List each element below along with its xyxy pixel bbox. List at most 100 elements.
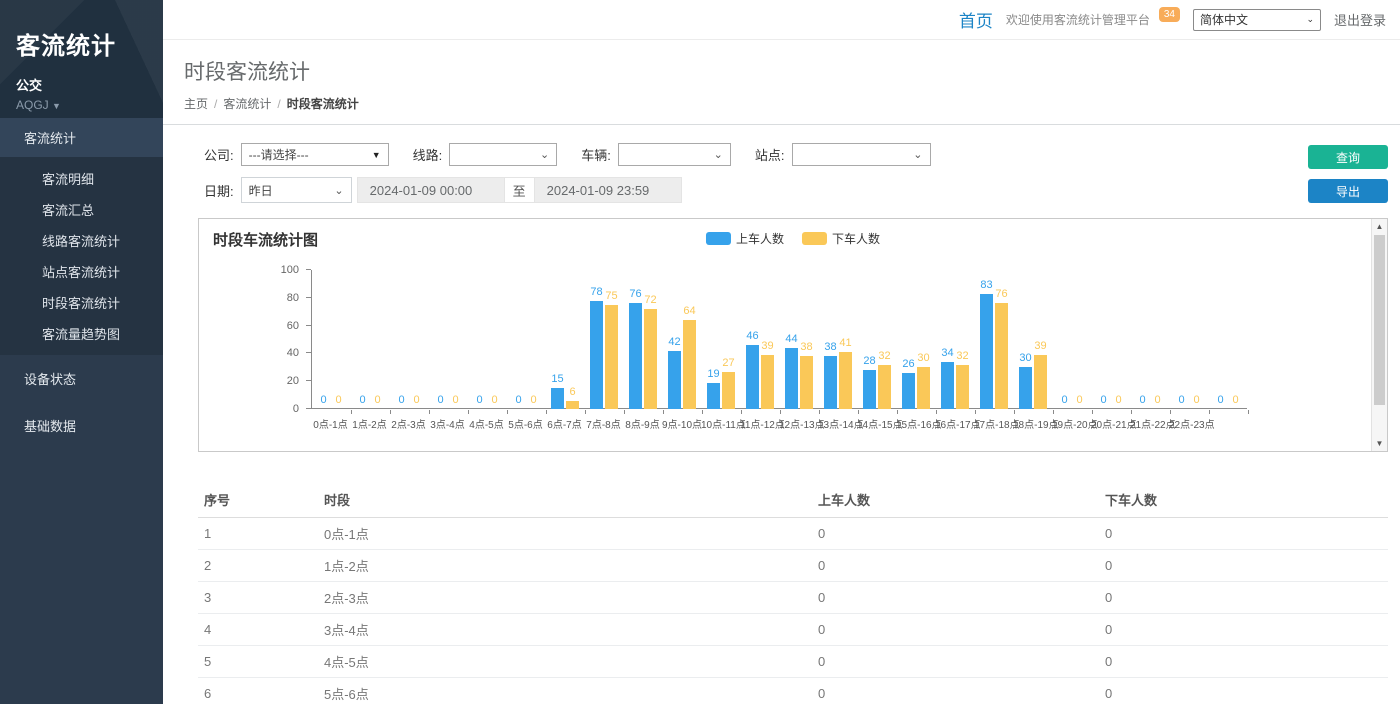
bar-value-label: 64 bbox=[677, 305, 702, 317]
bar-alighting[interactable] bbox=[995, 303, 1008, 409]
legend-item[interactable]: 下车人数 bbox=[802, 230, 880, 247]
sidebar-item[interactable]: 客流汇总 bbox=[0, 194, 163, 225]
sidebar-submenu: 客流明细客流汇总线路客流统计站点客流统计时段客流统计客流量趋势图 bbox=[0, 157, 163, 355]
table-row: 21点-2点00 bbox=[198, 550, 1388, 582]
notification-badge[interactable]: 34 bbox=[1159, 7, 1180, 22]
legend-label: 上车人数 bbox=[736, 230, 784, 247]
breadcrumb-item[interactable]: 主页 bbox=[184, 97, 208, 111]
bar-boarding[interactable] bbox=[746, 345, 759, 409]
x-axis-label: 16点-17点 bbox=[935, 416, 974, 431]
sidebar-section-2[interactable]: 基础数据 bbox=[0, 402, 163, 449]
bar-alighting[interactable] bbox=[917, 367, 930, 409]
bar-value-label: 32 bbox=[872, 350, 897, 362]
logout-link[interactable]: 退出登录 bbox=[1334, 10, 1386, 29]
table-cell: 6 bbox=[198, 678, 318, 704]
legend-color-chip bbox=[802, 232, 827, 245]
sidebar-section-1[interactable]: 设备状态 bbox=[0, 355, 163, 402]
chart-scrollbar[interactable]: ▲ ▼ bbox=[1371, 219, 1387, 451]
chart-category-slot: 7875 bbox=[585, 270, 624, 409]
table-cell: 4 bbox=[198, 614, 318, 646]
table-column-header: 时段 bbox=[318, 482, 812, 518]
sidebar-item[interactable]: 客流量趋势图 bbox=[0, 318, 163, 349]
breadcrumb-separator: / bbox=[214, 97, 217, 111]
bar-boarding[interactable] bbox=[785, 348, 798, 409]
x-axis-label: 0点-1点 bbox=[311, 416, 350, 431]
bar-boarding[interactable] bbox=[824, 356, 837, 409]
chevron-down-icon: ⌄ bbox=[714, 148, 723, 161]
company-select[interactable]: ---请选择---▼ bbox=[241, 143, 389, 166]
bar-boarding[interactable] bbox=[1019, 367, 1032, 409]
export-button[interactable]: 导出 bbox=[1308, 179, 1388, 203]
bar-value-label: 72 bbox=[638, 294, 663, 306]
bar-alighting[interactable] bbox=[839, 352, 852, 409]
bar-alighting[interactable] bbox=[956, 365, 969, 410]
query-button[interactable]: 查询 bbox=[1308, 145, 1388, 169]
table-column-header: 上车人数 bbox=[812, 482, 1099, 518]
bar-boarding[interactable] bbox=[863, 370, 876, 409]
bar-alighting[interactable] bbox=[761, 355, 774, 409]
bar-boarding[interactable] bbox=[590, 301, 603, 409]
sidebar-item[interactable]: 站点客流统计 bbox=[0, 256, 163, 287]
org-label: 公交 bbox=[16, 75, 163, 94]
legend-item[interactable]: 上车人数 bbox=[706, 230, 784, 247]
table-column-header: 序号 bbox=[198, 482, 318, 518]
bar-boarding[interactable] bbox=[980, 294, 993, 409]
x-axis-label: 6点-7点 bbox=[545, 416, 584, 431]
breadcrumb-item: 时段客流统计 bbox=[287, 97, 359, 111]
table-cell: 2 bbox=[198, 550, 318, 582]
chart-category-slot: 00 bbox=[507, 270, 546, 409]
date-to-input[interactable]: 2024-01-09 23:59 bbox=[534, 177, 682, 203]
chart-category-slot: 00 bbox=[1092, 270, 1131, 409]
bar-alighting[interactable] bbox=[878, 365, 891, 410]
sidebar-item[interactable]: 客流明细 bbox=[0, 163, 163, 194]
scrollbar-thumb[interactable] bbox=[1374, 235, 1385, 405]
chevron-down-icon: ⌄ bbox=[1306, 14, 1314, 25]
table-cell: 0 bbox=[1099, 550, 1388, 582]
topbar: 首页 欢迎使用客流统计管理平台 34 简体中文 ⌄ 退出登录 bbox=[163, 0, 1400, 40]
breadcrumb-item[interactable]: 客流统计 bbox=[223, 97, 271, 111]
period-stats-table: 序号时段上车人数下车人数 10点-1点0021点-2点0032点-3点0043点… bbox=[198, 482, 1388, 704]
sidebar-item[interactable]: 线路客流统计 bbox=[0, 225, 163, 256]
bar-alighting[interactable] bbox=[1034, 355, 1047, 409]
bar-alighting[interactable] bbox=[566, 401, 579, 409]
x-axis-label: 13点-14点 bbox=[818, 416, 857, 431]
table-cell: 3 bbox=[198, 582, 318, 614]
x-axis-label: 12点-13点 bbox=[779, 416, 818, 431]
bar-alighting[interactable] bbox=[644, 309, 657, 409]
sidebar-item[interactable]: 时段客流统计 bbox=[0, 287, 163, 318]
chart-category-slot: 00 bbox=[312, 270, 351, 409]
org-code-dropdown[interactable]: AQGJ ▼ bbox=[16, 98, 163, 112]
bar-boarding[interactable] bbox=[629, 303, 642, 409]
bar-boarding[interactable] bbox=[902, 373, 915, 409]
sidebar-logo-area: 客流统计 公交 AQGJ ▼ bbox=[0, 0, 163, 118]
date-from-input[interactable]: 2024-01-09 00:00 bbox=[357, 177, 505, 203]
chart-category-slot: 00 bbox=[1170, 270, 1209, 409]
x-axis-label: 1点-2点 bbox=[350, 416, 389, 431]
sidebar-section-0[interactable]: 客流统计 bbox=[0, 118, 163, 157]
bar-alighting[interactable] bbox=[605, 305, 618, 409]
chart-legend: 上车人数 下车人数 bbox=[706, 230, 880, 247]
table-cell: 0 bbox=[812, 614, 1099, 646]
bar-value-label: 27 bbox=[716, 357, 741, 369]
table-cell: 0 bbox=[812, 518, 1099, 550]
date-preset-select[interactable]: 昨日⌄ bbox=[241, 177, 352, 203]
bar-alighting[interactable] bbox=[800, 356, 813, 409]
x-axis-label: 11点-12点 bbox=[740, 416, 779, 431]
chart-category-slot: 00 bbox=[1131, 270, 1170, 409]
bar-boarding[interactable] bbox=[707, 383, 720, 409]
bar-alighting[interactable] bbox=[683, 320, 696, 409]
x-axis-label: 3点-4点 bbox=[428, 416, 467, 431]
page-heading: 时段客流统计 主页/客流统计/时段客流统计 bbox=[163, 40, 1400, 125]
line-select[interactable]: ⌄ bbox=[449, 143, 557, 166]
scroll-down-arrow-icon[interactable]: ▼ bbox=[1372, 436, 1387, 451]
station-select[interactable]: ⌄ bbox=[792, 143, 931, 166]
x-axis-label: 7点-8点 bbox=[584, 416, 623, 431]
vehicle-select[interactable]: ⌄ bbox=[618, 143, 731, 166]
bar-alighting[interactable] bbox=[722, 372, 735, 410]
bar-boarding[interactable] bbox=[668, 351, 681, 409]
home-link[interactable]: 首页 bbox=[959, 7, 993, 32]
language-select[interactable]: 简体中文 ⌄ bbox=[1193, 9, 1321, 31]
company-label: 公司: bbox=[204, 145, 234, 164]
scroll-up-arrow-icon[interactable]: ▲ bbox=[1372, 219, 1387, 234]
bar-boarding[interactable] bbox=[941, 362, 954, 409]
